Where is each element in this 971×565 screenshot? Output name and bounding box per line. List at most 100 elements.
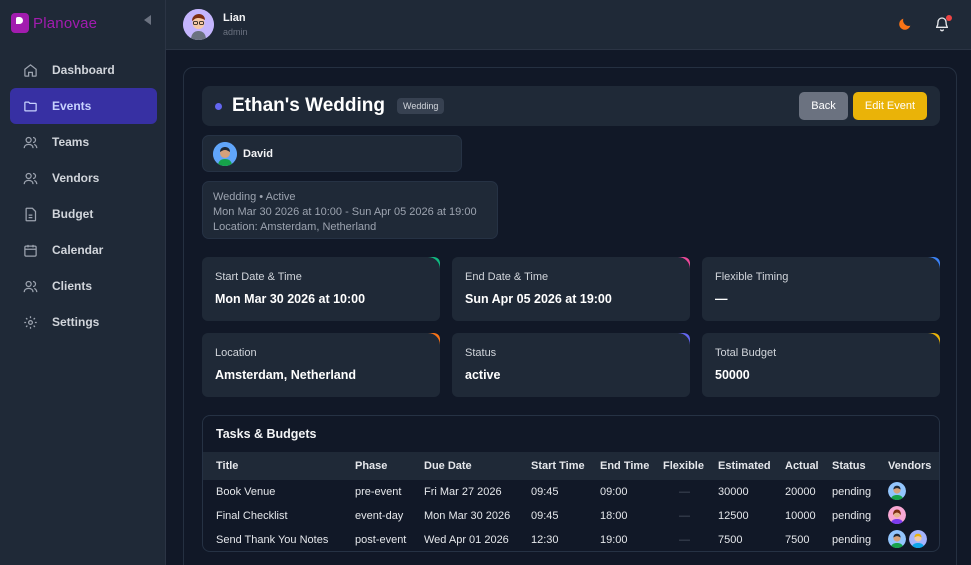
tasks-table: Tasks & Budgets Title Phase Due Date Sta… bbox=[202, 415, 940, 552]
card-value: Amsterdam, Netherland bbox=[215, 368, 357, 382]
task-title: Send Thank You Notes bbox=[216, 534, 329, 546]
avatar[interactable] bbox=[183, 9, 214, 40]
task-actual: 20000 bbox=[785, 486, 816, 498]
task-phase: event-day bbox=[355, 510, 404, 522]
sidebar-item-events[interactable]: Events bbox=[10, 88, 157, 124]
card-value: Mon Mar 30 2026 at 10:00 bbox=[215, 292, 366, 306]
sidebar-item-calendar[interactable]: Calendar bbox=[10, 232, 157, 268]
page-title: Ethan's Wedding bbox=[232, 95, 386, 116]
document-icon bbox=[25, 207, 37, 221]
card-accent-corner bbox=[928, 257, 940, 269]
column-header[interactable]: Vendors bbox=[888, 460, 931, 472]
task-start-time: 09:45 bbox=[531, 486, 559, 498]
sidebar-item-teams[interactable]: Teams bbox=[10, 124, 157, 160]
task-estimated: 7500 bbox=[718, 534, 743, 546]
card-value: — bbox=[715, 292, 728, 306]
task-end-time: 09:00 bbox=[600, 486, 628, 498]
card-label: Total Budget bbox=[715, 347, 777, 359]
task-title: Final Checklist bbox=[216, 510, 288, 522]
sidebar-item-settings[interactable]: Settings bbox=[10, 304, 157, 340]
card-label: End Date & Time bbox=[465, 271, 549, 283]
gear-icon bbox=[24, 315, 37, 329]
card-label: Flexible Timing bbox=[715, 271, 789, 283]
location-card: Location Amsterdam, Netherland bbox=[202, 333, 440, 397]
event-type-badge: Wedding bbox=[397, 98, 445, 114]
card-value: Sun Apr 05 2026 at 19:00 bbox=[465, 292, 612, 306]
section-title: Tasks & Budgets bbox=[216, 427, 317, 441]
collapse-sidebar-icon[interactable] bbox=[144, 15, 151, 25]
brand[interactable]: Planovae bbox=[11, 12, 97, 34]
column-header[interactable]: Due Date bbox=[424, 460, 472, 472]
event-summary: Wedding • Active Mon Mar 30 2026 at 10:0… bbox=[202, 181, 498, 239]
sidebar-item-label: Vendors bbox=[52, 171, 100, 185]
users-icon bbox=[23, 172, 38, 184]
card-label: Location bbox=[215, 347, 257, 359]
sidebar-item-label: Budget bbox=[52, 207, 94, 221]
column-header[interactable]: Actual bbox=[785, 460, 819, 472]
table-row[interactable]: Send Thank You Notes post-event Wed Apr … bbox=[203, 528, 939, 551]
column-header[interactable]: End Time bbox=[600, 460, 649, 472]
task-end-time: 19:00 bbox=[600, 534, 628, 546]
card-accent-corner bbox=[428, 333, 440, 345]
edit-event-button[interactable]: Edit Event bbox=[853, 92, 927, 120]
topbar: Lian admin bbox=[166, 0, 971, 50]
home-icon bbox=[24, 63, 37, 77]
back-button[interactable]: Back bbox=[799, 92, 848, 120]
task-start-time: 09:45 bbox=[531, 510, 559, 522]
column-header[interactable]: Title bbox=[216, 460, 238, 472]
flexible-timing-card: Flexible Timing — bbox=[702, 257, 940, 321]
summary-location: Location: Amsterdam, Netherland bbox=[213, 221, 377, 233]
calendar-icon bbox=[24, 244, 37, 257]
vendor-avatar[interactable] bbox=[888, 506, 906, 524]
task-actual: 7500 bbox=[785, 534, 810, 546]
task-status: pending bbox=[832, 534, 872, 546]
card-accent-corner bbox=[428, 257, 440, 269]
avatar bbox=[213, 142, 237, 166]
client-card[interactable]: David bbox=[202, 135, 462, 172]
sidebar-item-clients[interactable]: Clients bbox=[10, 268, 157, 304]
users-icon bbox=[23, 136, 38, 148]
card-accent-corner bbox=[928, 333, 940, 345]
sidebar-item-label: Teams bbox=[52, 135, 90, 149]
sidebar-item-label: Settings bbox=[52, 315, 100, 329]
vendor-avatar[interactable] bbox=[909, 530, 927, 548]
table-row[interactable]: Final Checklist event-day Mon Mar 30 202… bbox=[203, 504, 939, 528]
column-header[interactable]: Phase bbox=[355, 460, 387, 472]
task-title: Book Venue bbox=[216, 486, 276, 498]
card-value: active bbox=[465, 368, 501, 382]
table-row[interactable]: Book Venue pre-event Fri Mar 27 2026 09:… bbox=[203, 480, 939, 504]
vendor-avatar[interactable] bbox=[888, 530, 906, 548]
column-header[interactable]: Start Time bbox=[531, 460, 585, 472]
total-budget-card: Total Budget 50000 bbox=[702, 333, 940, 397]
column-header[interactable]: Status bbox=[832, 460, 866, 472]
sidebar-item-dashboard[interactable]: Dashboard bbox=[10, 52, 157, 88]
task-flexible: — bbox=[679, 510, 690, 522]
sidebar-item-budget[interactable]: Budget bbox=[10, 196, 157, 232]
sidebar-item-label: Calendar bbox=[52, 243, 104, 257]
task-phase: post-event bbox=[355, 534, 407, 546]
task-actual: 10000 bbox=[785, 510, 816, 522]
end-datetime-card: End Date & Time Sun Apr 05 2026 at 19:00 bbox=[452, 257, 690, 321]
card-accent-corner bbox=[678, 257, 690, 269]
summary-dates: Mon Mar 30 2026 at 10:00 - Sun Apr 05 20… bbox=[213, 206, 477, 218]
start-datetime-card: Start Date & Time Mon Mar 30 2026 at 10:… bbox=[202, 257, 440, 321]
event-header: Ethan's Wedding Wedding Back Edit Event bbox=[202, 86, 940, 126]
vendor-avatar[interactable] bbox=[888, 482, 906, 500]
user-name: Lian bbox=[223, 12, 246, 24]
table-header: Title Phase Due Date Start Time End Time… bbox=[203, 452, 939, 480]
card-label: Start Date & Time bbox=[215, 271, 302, 283]
user-role: admin bbox=[223, 27, 248, 37]
moon-icon[interactable] bbox=[897, 16, 913, 32]
task-status: pending bbox=[832, 486, 872, 498]
sidebar-nav: Dashboard Events Teams Vendors Budget Ca… bbox=[10, 52, 157, 340]
task-due-date: Fri Mar 27 2026 bbox=[424, 486, 502, 498]
task-estimated: 12500 bbox=[718, 510, 749, 522]
brand-name: Planovae bbox=[33, 14, 98, 32]
folder-icon bbox=[24, 101, 37, 111]
column-header[interactable]: Estimated bbox=[718, 460, 771, 472]
sidebar-item-vendors[interactable]: Vendors bbox=[10, 160, 157, 196]
task-start-time: 12:30 bbox=[531, 534, 559, 546]
users-icon bbox=[23, 280, 38, 292]
column-header[interactable]: Flexible bbox=[663, 460, 704, 472]
task-estimated: 30000 bbox=[718, 486, 749, 498]
